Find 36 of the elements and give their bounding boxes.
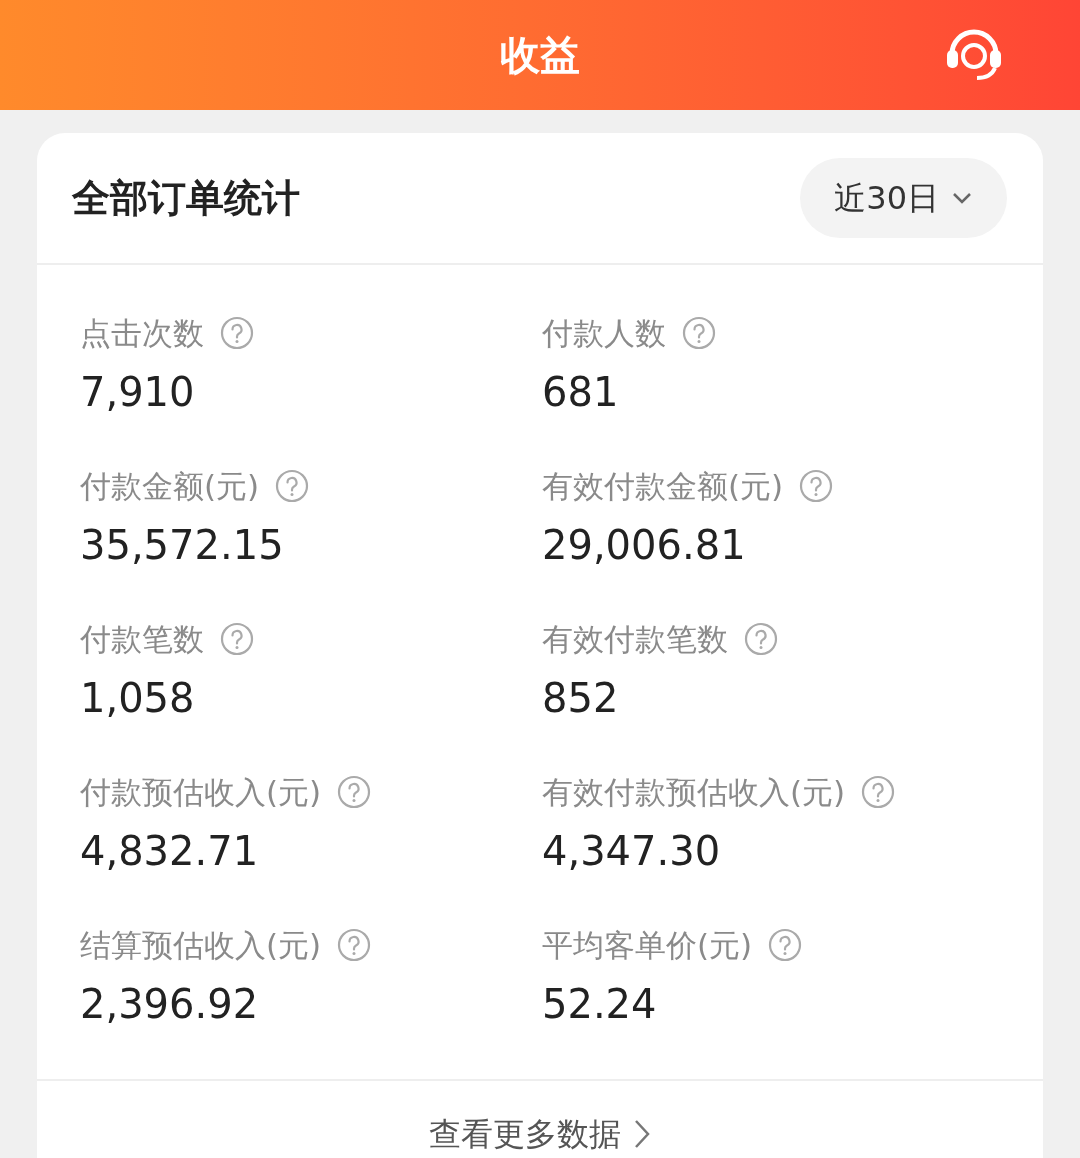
help-icon[interactable]	[744, 622, 778, 656]
card-title: 全部订单统计	[72, 174, 300, 222]
metric-label: 付款预估收入(元)	[80, 772, 322, 812]
metric-value: 681	[542, 368, 620, 417]
help-icon[interactable]	[682, 316, 716, 350]
help-icon[interactable]	[220, 316, 254, 350]
metric-label: 点击次数	[80, 313, 204, 353]
metric-value: 2,396.92	[80, 980, 260, 1029]
page-title: 收益	[500, 31, 580, 80]
metric-value: 35,572.15	[80, 521, 285, 570]
chevron-right-icon	[633, 1118, 651, 1150]
metric-label: 结算预估收入(元)	[80, 925, 322, 965]
metric-value: 852	[542, 674, 620, 723]
range-dropdown[interactable]: 近30日	[800, 158, 1007, 238]
more-data-link[interactable]: 查看更多数据	[37, 1081, 1043, 1158]
help-icon[interactable]	[768, 928, 803, 962]
help-icon[interactable]	[799, 469, 834, 503]
metric-label: 有效付款预估收入(元)	[542, 772, 846, 812]
metric-value: 4,832.71	[80, 827, 260, 876]
help-icon[interactable]	[220, 622, 254, 656]
metric-label: 付款笔数	[80, 619, 204, 659]
metric-label: 有效付款金额(元)	[542, 466, 784, 506]
metric-value: 7,910	[80, 368, 196, 417]
metric-value: 1,058	[80, 674, 196, 723]
help-icon[interactable]	[337, 928, 372, 962]
metric-label: 付款人数	[542, 313, 666, 353]
help-icon[interactable]	[275, 469, 310, 503]
help-icon[interactable]	[861, 775, 896, 809]
metric-label: 付款金额(元)	[80, 466, 260, 506]
chevron-down-icon	[951, 191, 973, 205]
metric-label: 平均客单价(元)	[542, 925, 753, 965]
metric-value: 52.24	[542, 980, 658, 1029]
metric-label: 有效付款笔数	[542, 619, 728, 659]
metric-value: 4,347.30	[542, 827, 722, 876]
help-icon[interactable]	[337, 775, 372, 809]
metric-value: 29,006.81	[542, 521, 747, 570]
